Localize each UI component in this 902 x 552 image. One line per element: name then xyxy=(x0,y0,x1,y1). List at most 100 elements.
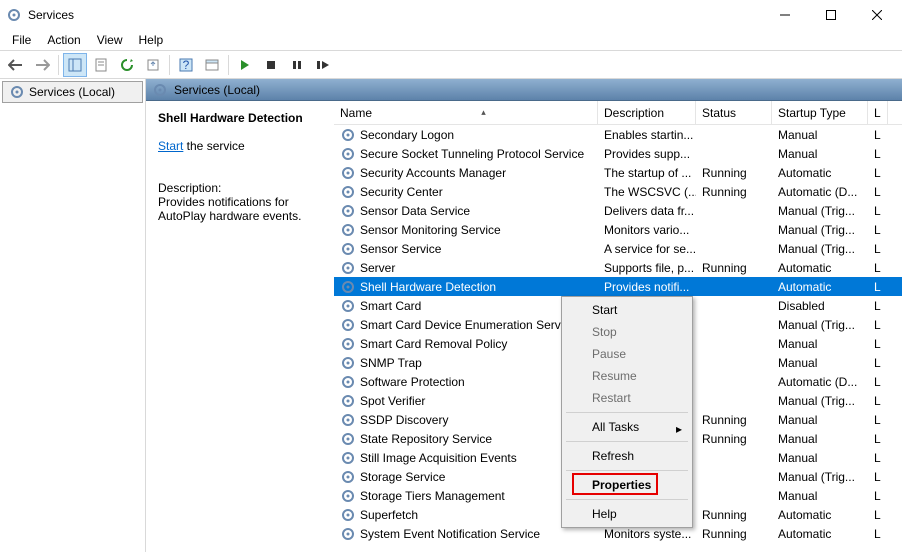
nav-label: Services (Local) xyxy=(29,85,115,99)
ctx-help[interactable]: Help xyxy=(564,503,690,525)
gear-icon xyxy=(340,393,356,409)
maximize-button[interactable] xyxy=(808,0,854,30)
show-hide-tree-button[interactable] xyxy=(63,53,87,77)
gear-icon xyxy=(340,203,356,219)
title-bar: Services xyxy=(0,0,902,30)
cell-status: Running xyxy=(696,166,772,180)
content-header: Services (Local) xyxy=(146,79,902,101)
cell-startup: Manual xyxy=(772,451,868,465)
export-button[interactable] xyxy=(141,53,165,77)
cell-logon: L xyxy=(868,280,888,294)
cell-startup: Automatic xyxy=(772,166,868,180)
ctx-resume[interactable]: Resume xyxy=(564,365,690,387)
table-row[interactable]: Sensor ServiceA service for se...Manual … xyxy=(334,239,902,258)
cell-description: Monitors vario... xyxy=(598,223,696,237)
cell-logon: L xyxy=(868,394,888,408)
cell-logon: L xyxy=(868,223,888,237)
properties-toolbar-button[interactable] xyxy=(89,53,113,77)
start-link[interactable]: Start xyxy=(158,139,183,153)
cell-name: Sensor Monitoring Service xyxy=(334,222,598,238)
table-row[interactable]: Shell Hardware DetectionProvides notifi.… xyxy=(334,277,902,296)
services-icon xyxy=(6,7,22,23)
forward-button[interactable] xyxy=(30,53,54,77)
column-header-logon[interactable]: L xyxy=(868,101,888,124)
cell-logon: L xyxy=(868,489,888,503)
gear-icon xyxy=(340,336,356,352)
cell-status: Running xyxy=(696,413,772,427)
cell-logon: L xyxy=(868,470,888,484)
gear-icon xyxy=(340,355,356,371)
cell-name: Secure Socket Tunneling Protocol Service xyxy=(334,146,598,162)
gear-icon xyxy=(340,127,356,143)
description-text: Provides notifications for AutoPlay hard… xyxy=(158,195,324,223)
ctx-all-tasks[interactable]: All Tasks▸ xyxy=(564,416,690,438)
column-header-description[interactable]: Description xyxy=(598,101,696,124)
cell-logon: L xyxy=(868,375,888,389)
gear-icon xyxy=(340,412,356,428)
menu-view[interactable]: View xyxy=(89,31,131,49)
table-row[interactable]: Secondary LogonEnables startin...ManualL xyxy=(334,125,902,144)
back-button[interactable] xyxy=(4,53,28,77)
console-button[interactable] xyxy=(200,53,224,77)
gear-icon xyxy=(340,241,356,257)
ctx-start[interactable]: Start xyxy=(564,299,690,321)
cell-status: Running xyxy=(696,185,772,199)
gear-icon xyxy=(340,450,356,466)
cell-description: Provides notifi... xyxy=(598,280,696,294)
help-button[interactable]: ? xyxy=(174,53,198,77)
minimize-button[interactable] xyxy=(762,0,808,30)
cell-name: Storage Service xyxy=(334,469,598,485)
stop-service-button[interactable] xyxy=(259,53,283,77)
ctx-pause[interactable]: Pause xyxy=(564,343,690,365)
detail-panel: Shell Hardware Detection Start the servi… xyxy=(146,101,334,552)
gear-icon xyxy=(340,317,356,333)
cell-name: Secondary Logon xyxy=(334,127,598,143)
cell-name: System Event Notification Service xyxy=(334,526,598,542)
table-row[interactable]: Sensor Monitoring ServiceMonitors vario.… xyxy=(334,220,902,239)
column-header-status[interactable]: Status xyxy=(696,101,772,124)
cell-status: Running xyxy=(696,261,772,275)
cell-startup: Manual xyxy=(772,337,868,351)
gear-icon xyxy=(152,82,168,98)
table-row[interactable]: ServerSupports file, p...RunningAutomati… xyxy=(334,258,902,277)
table-row[interactable]: Security CenterThe WSCSVC (...RunningAut… xyxy=(334,182,902,201)
ctx-properties[interactable]: Properties xyxy=(564,474,690,496)
ctx-refresh[interactable]: Refresh xyxy=(564,445,690,467)
menu-action[interactable]: Action xyxy=(39,31,88,49)
cell-startup: Manual (Trig... xyxy=(772,204,868,218)
cell-status: Running xyxy=(696,527,772,541)
gear-icon xyxy=(340,279,356,295)
gear-icon xyxy=(340,298,356,314)
cell-description: Delivers data fr... xyxy=(598,204,696,218)
cell-logon: L xyxy=(868,508,888,522)
cell-logon: L xyxy=(868,128,888,142)
cell-logon: L xyxy=(868,204,888,218)
pause-service-button[interactable] xyxy=(285,53,309,77)
cell-name: Server xyxy=(334,260,598,276)
table-row[interactable]: Security Accounts ManagerThe startup of … xyxy=(334,163,902,182)
cell-name: SNMP Trap xyxy=(334,355,598,371)
ctx-restart[interactable]: Restart xyxy=(564,387,690,409)
nav-services-local[interactable]: Services (Local) xyxy=(2,81,143,103)
close-button[interactable] xyxy=(854,0,900,30)
cell-startup: Manual xyxy=(772,128,868,142)
window-title: Services xyxy=(28,8,762,22)
table-row[interactable]: Sensor Data ServiceDelivers data fr...Ma… xyxy=(334,201,902,220)
menu-file[interactable]: File xyxy=(4,31,39,49)
restart-service-button[interactable] xyxy=(311,53,335,77)
cell-logon: L xyxy=(868,242,888,256)
column-header-name[interactable]: Name▴ xyxy=(334,101,598,124)
navigation-pane: Services (Local) xyxy=(0,79,146,552)
cell-status: Running xyxy=(696,508,772,522)
cell-startup: Automatic (D... xyxy=(772,375,868,389)
gear-icon xyxy=(340,222,356,238)
ctx-stop[interactable]: Stop xyxy=(564,321,690,343)
cell-description: A service for se... xyxy=(598,242,696,256)
ctx-separator xyxy=(566,470,688,471)
table-row[interactable]: Secure Socket Tunneling Protocol Service… xyxy=(334,144,902,163)
column-header-startup[interactable]: Startup Type xyxy=(772,101,868,124)
cell-logon: L xyxy=(868,527,888,541)
refresh-button[interactable] xyxy=(115,53,139,77)
menu-help[interactable]: Help xyxy=(131,31,172,49)
start-service-button[interactable] xyxy=(233,53,257,77)
